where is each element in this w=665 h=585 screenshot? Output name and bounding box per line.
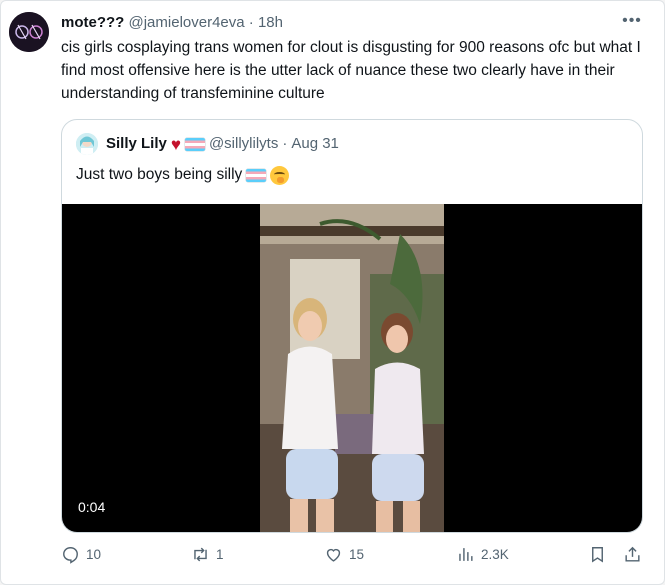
tweet-header: mote??? @jamielover4eva · 18h xyxy=(61,13,283,33)
retweet-icon xyxy=(194,547,207,562)
tweet-text: cis girls cosplaying trans women for clo… xyxy=(61,39,641,102)
quote-text-row: Just two boys being silly xyxy=(76,164,290,186)
quote-text: Just two boys being silly xyxy=(76,166,243,183)
bookmark-button[interactable] xyxy=(588,545,607,564)
dot-separator: · xyxy=(282,135,288,152)
views-count: 2.3K xyxy=(481,547,509,562)
trans-flag-emoji xyxy=(246,168,267,182)
face-emoji xyxy=(270,165,290,185)
heart-emoji: ♥ xyxy=(170,134,181,154)
bookmark-icon xyxy=(592,547,603,563)
reply-icon xyxy=(63,547,78,564)
more-icon[interactable]: ••• xyxy=(620,11,644,35)
tweet-card[interactable]: mote??? @jamielover4eva · 18h ••• cis gi… xyxy=(0,0,665,585)
like-button[interactable]: 15 xyxy=(324,545,364,564)
video-time: 0:04 xyxy=(78,499,106,515)
retweet-count: 1 xyxy=(216,547,224,562)
quote-avatar[interactable] xyxy=(76,133,98,155)
quote-display-name[interactable]: Silly Lily xyxy=(106,134,167,154)
quote-header: Silly Lily ♥ @sillylilyts · Aug 31 xyxy=(106,134,339,154)
like-icon xyxy=(326,548,341,562)
avatar[interactable] xyxy=(9,12,49,52)
views-button[interactable]: 2.3K xyxy=(456,545,509,564)
handle[interactable]: @jamielover4eva xyxy=(129,14,245,31)
quote-handle[interactable]: @sillylilyts xyxy=(209,134,278,154)
video-player[interactable]: 0:04 xyxy=(62,204,642,532)
quoted-tweet[interactable]: Silly Lily ♥ @sillylilyts · Aug 31 Just … xyxy=(61,119,643,533)
reply-count: 10 xyxy=(86,547,102,562)
timestamp[interactable]: 18h xyxy=(258,14,283,31)
share-icon xyxy=(625,546,640,562)
like-count: 15 xyxy=(349,547,365,562)
video-thumbnail[interactable] xyxy=(260,204,444,532)
display-name[interactable]: mote??? xyxy=(61,14,124,31)
views-icon xyxy=(459,548,473,561)
dot-separator: · xyxy=(248,14,254,31)
retweet-button[interactable]: 1 xyxy=(191,545,224,564)
share-button[interactable] xyxy=(623,545,642,564)
action-bar: 10 1 15 2.3K xyxy=(61,541,647,573)
reply-button[interactable]: 10 xyxy=(61,545,101,564)
trans-flag-emoji xyxy=(184,137,205,151)
quote-date[interactable]: Aug 31 xyxy=(291,134,339,154)
